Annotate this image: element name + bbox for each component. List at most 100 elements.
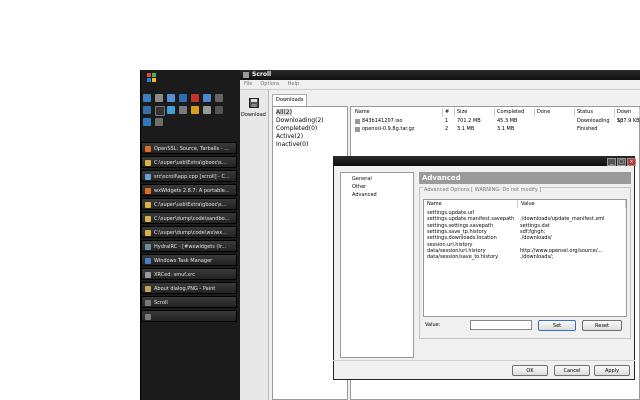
start-logo-icon[interactable] [147,73,157,83]
taskbar-task-label: C:\super\usb\Extra\gbooc\s... [154,202,227,208]
taskbar-task-button[interactable]: C:\super\usb\Extra\gbooc\s... [141,156,237,168]
filter-completed[interactable]: Completed(0) [276,125,317,132]
power-icon[interactable] [203,106,211,114]
app-icon [243,72,249,78]
minimize-icon[interactable]: _ [607,158,616,166]
col-header-speed[interactable]: Down Sp [615,108,640,124]
taskbar-task-label: HydraIRC - [#wxwidgets (Ir... [154,244,227,250]
row-name: openssl-0.9.8g.tar.gz [362,126,415,132]
taskbar-task-button[interactable]: HydraIRC - [#wxwidgets (Ir... [141,240,237,252]
taskbar-task-button[interactable]: C:\super\dump\code\wx\wx... [141,226,237,238]
arrow-up-icon[interactable] [215,94,223,102]
col-header-name[interactable]: Name [353,108,443,117]
settings-icon[interactable] [215,106,223,114]
ok-button[interactable]: OK [512,365,548,376]
menu-help[interactable]: Help [288,81,299,87]
terminal-icon[interactable] [155,106,165,116]
category-general[interactable]: General [352,176,372,182]
row-completed: 45.3 MB [497,118,518,124]
col-header-size[interactable]: Size [455,108,495,117]
taskbar-task-label: Scroll [154,300,168,306]
folder-icon [145,216,151,222]
download-button-label: Download [241,112,266,118]
window-icon[interactable] [143,118,151,126]
filter-active[interactable]: Active(2) [276,133,303,140]
star-icon[interactable] [191,106,199,114]
reset-button[interactable]: Reset [582,320,622,331]
col-header-status[interactable]: Status [575,108,615,117]
col-header-num[interactable]: # [443,108,455,117]
globe-icon[interactable] [167,106,175,114]
option-name: data/session/save_to.history [427,254,499,261]
row-num: 2 [445,126,449,132]
value-input[interactable] [470,320,532,330]
taskbar-task-label: OpenSSL: Source, Tarballs - ... [154,146,229,152]
value-label: Value: [425,322,441,328]
taskbar-task-label: Windows Task Manager [154,258,213,264]
taskbar-task-button[interactable]: C:\super\usb\Extra\gbooc\s... [141,198,237,210]
taskbar-task-button[interactable]: Scroll [141,296,237,308]
calendar-icon[interactable] [167,94,175,102]
app-titlebar[interactable]: Scroll [240,70,640,80]
app-icon [145,300,151,306]
row-speed: 107.9 KB/ [617,118,640,124]
menu-options[interactable]: Options [260,81,279,87]
section-header: Advanced [419,172,631,184]
col-header-option-name[interactable]: Name [424,200,518,208]
apply-button[interactable]: Apply [594,365,630,376]
row-status: Finished [577,126,598,132]
taskbar-task-label: C:\super\dump\code\sandbo... [154,216,230,222]
filter-inactive[interactable]: Inactive(0) [276,141,308,148]
row-status: Downloading [577,118,610,124]
divider [333,360,635,361]
option-value [520,210,625,216]
cancel-button[interactable]: Cancel [554,365,590,376]
option-name: settings.update.url [427,210,475,216]
photo-icon[interactable] [203,94,211,102]
dialog-titlebar[interactable] [333,156,635,166]
pen-icon[interactable] [179,106,187,114]
taskbar-task-button[interactable]: OpenSSL: Source, Tarballs - ... [141,142,237,154]
save-icon [249,98,259,108]
gear-icon[interactable] [155,94,163,102]
option-value: ./downloads/update_manifest.xml [520,216,605,223]
menu-file[interactable]: File [244,81,252,87]
filter-downloading[interactable]: Downloading(2) [276,117,324,124]
taskbar-task-button[interactable]: Windows Task Manager [141,254,237,266]
maximize-icon[interactable]: □ [617,158,626,166]
category-tree[interactable]: General Other Advanced [340,172,414,358]
document-icon [145,174,151,180]
music-icon[interactable] [155,118,163,126]
option-name: settings.save_tp.history [427,228,487,235]
tab-downloads[interactable]: Downloads [272,94,308,106]
disk-icon[interactable] [143,106,151,114]
taskbar-task-button[interactable]: src\scroll\app.cpp [scroll] - C... [141,170,237,182]
category-advanced[interactable]: Advanced [352,192,377,198]
option-value: ./downloads/ [520,235,552,242]
option-value: http://www.openssl.org/source/... [520,247,603,254]
col-header-completed[interactable]: Completed [495,108,535,117]
category-other[interactable]: Other [352,184,366,190]
paint-icon [145,286,151,292]
close-icon[interactable]: × [627,158,636,166]
taskbar-task-button[interactable]: wxWidgets 2.8.7: A portable... [141,184,237,196]
record-icon[interactable] [191,94,199,102]
taskbar-task-button[interactable]: About dialog.PNG - Paint [141,282,237,294]
network-icon[interactable] [143,94,151,102]
col-header-done[interactable]: Done [535,108,575,117]
menu-bar: File Options Help [240,80,640,90]
folder-icon [145,230,151,236]
chat-icon [145,244,151,250]
col-header-option-value[interactable]: Value [518,200,626,208]
row-icon [355,119,360,124]
set-button[interactable]: Set [538,320,576,331]
option-name: data/session/url.history [427,247,486,254]
filter-all[interactable]: All(2) [276,109,292,116]
taskbar-task-button[interactable]: C:\super\dump\code\sandbo... [141,212,237,224]
download-button[interactable]: Download [241,96,267,122]
taskbar-task-button[interactable] [141,310,237,322]
edit-icon [145,272,151,278]
monitor-icon[interactable] [179,94,187,102]
taskbar-task-button[interactable]: XRCed: smuf.xrc [141,268,237,280]
app-icon [145,314,151,320]
